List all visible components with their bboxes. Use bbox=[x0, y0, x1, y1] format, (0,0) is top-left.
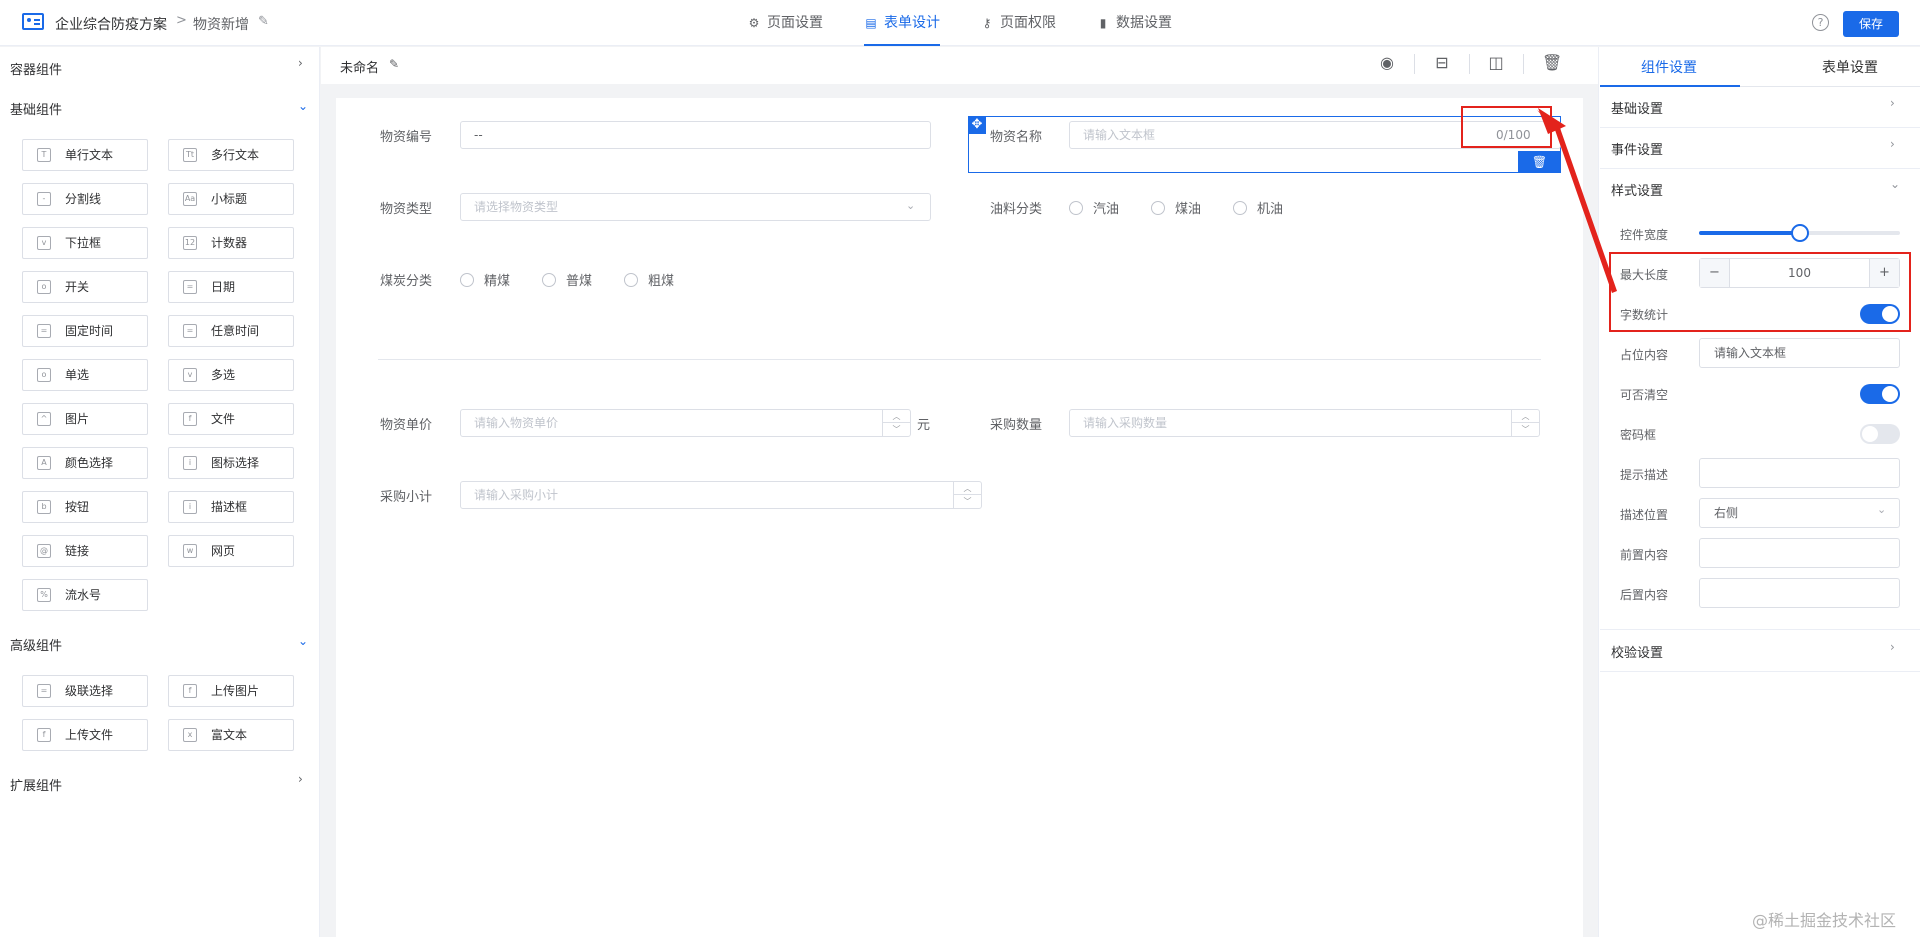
watermark-text: @稀土掘金技术社区 bbox=[1752, 911, 1897, 930]
annotation-arrow bbox=[1537, 108, 1617, 293]
annotation-arrow-head bbox=[1538, 108, 1566, 134]
annotation-arrow-shaft bbox=[1537, 110, 1617, 293]
